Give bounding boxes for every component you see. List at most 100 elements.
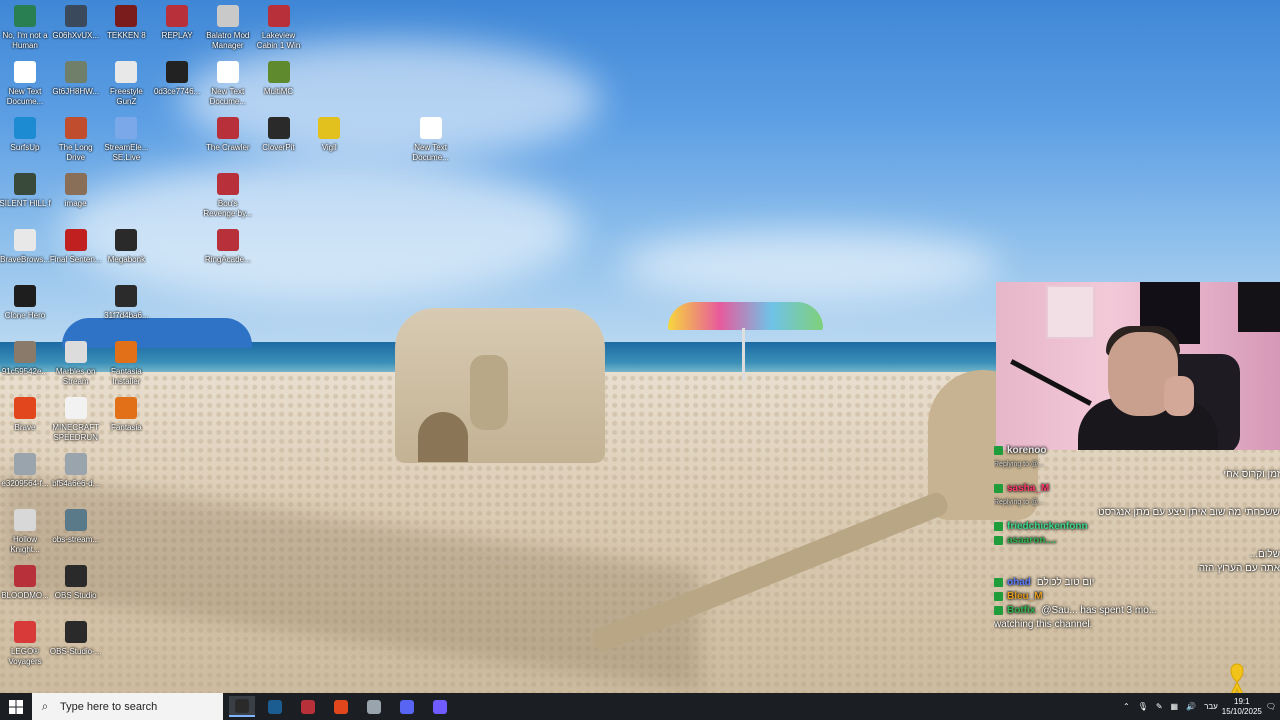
microphone-icon[interactable]: 🎙 bbox=[1138, 702, 1148, 711]
discord-app-icon bbox=[400, 699, 414, 714]
desktop-icon[interactable]: OBS-Studio-... bbox=[50, 621, 102, 657]
taskbar-settings-app[interactable] bbox=[361, 696, 387, 717]
desktop-icon-label: Fantasia bbox=[111, 423, 142, 432]
desktop-icon[interactable]: 31f7d4ba6... bbox=[100, 285, 152, 321]
desktop-icon[interactable]: The Crawler bbox=[202, 117, 254, 153]
desktop-icon-label: Balatro Mod Manager bbox=[206, 31, 250, 50]
desktop-icon[interactable]: Brave bbox=[0, 397, 51, 433]
chat-text: שלום... bbox=[1249, 549, 1280, 560]
desktop-icon[interactable]: LEGO® Voyagers bbox=[0, 621, 51, 667]
app-icon bbox=[64, 453, 87, 475]
desktop-icon-label: SILENT HILL f bbox=[0, 199, 51, 208]
desktop-icon[interactable]: Bou's Revenge by... bbox=[202, 173, 254, 219]
app-icon bbox=[64, 397, 87, 419]
app-icon bbox=[267, 5, 290, 27]
taskbar-discord-app[interactable] bbox=[394, 696, 420, 717]
desktop-icon[interactable]: G06hXvUX... bbox=[50, 5, 102, 41]
chevron-up-icon[interactable]: ⌃ bbox=[1123, 702, 1130, 711]
desktop-icon[interactable]: SurfsUp bbox=[0, 117, 51, 153]
chat-username: friedchickenfonn bbox=[1007, 521, 1088, 532]
desktop-icon[interactable]: BraveBrows... bbox=[0, 229, 51, 265]
desktop-icon[interactable]: New Text Docume... bbox=[405, 117, 457, 163]
moderator-badge-icon bbox=[994, 605, 1003, 615]
desktop-icon[interactable]: SILENT HILL f bbox=[0, 173, 51, 209]
desktop-icon[interactable]: BLOODMO... bbox=[0, 565, 51, 601]
desktop-icon[interactable]: Fantasia bbox=[100, 397, 152, 433]
moderator-badge-icon bbox=[994, 483, 1003, 493]
desktop-icon[interactable]: CloverPit bbox=[253, 117, 305, 153]
desktop-icon[interactable]: TEKKEN 8 bbox=[100, 5, 152, 41]
chat-username: Botfix bbox=[1007, 605, 1036, 616]
desktop-icon[interactable]: Hollow Knight... bbox=[0, 509, 51, 555]
language-indicator[interactable]: עבר bbox=[1204, 702, 1218, 711]
app-icon bbox=[14, 285, 36, 307]
desktop-icon-label: Brave bbox=[14, 423, 36, 432]
desktop-icon[interactable]: Freestyle GunZ bbox=[100, 61, 152, 107]
taskbar-obs-app[interactable] bbox=[229, 696, 255, 717]
desktop-icon[interactable]: New Text Docume... bbox=[0, 61, 51, 107]
desktop-icon[interactable]: Balatro Mod Manager bbox=[202, 5, 254, 51]
desktop-icon[interactable]: Marbles on Stream bbox=[50, 341, 102, 387]
system-clock[interactable]: 19:1 15/10/2025 bbox=[1222, 697, 1262, 717]
taskbar-steam-app[interactable] bbox=[262, 696, 288, 717]
volume-icon[interactable]: 🔊 bbox=[1186, 702, 1196, 711]
desktop-icon[interactable]: bf54a6e6-d... bbox=[50, 453, 102, 489]
desktop-icon[interactable]: image bbox=[50, 173, 102, 209]
app-icon bbox=[419, 117, 442, 139]
desktop-icon[interactable]: OBS Studio bbox=[50, 565, 102, 601]
pen-icon[interactable]: ✎ bbox=[1156, 702, 1163, 711]
desktop-icon[interactable]: MultiMC bbox=[253, 61, 305, 97]
desktop-icon[interactable]: Lakeview Cabin 1 Win bbox=[253, 5, 305, 51]
desktop-icon-label: 0d3ce7746... bbox=[153, 87, 201, 96]
desktop-icon-label: bf54a6e6-d... bbox=[52, 479, 100, 488]
app-icon bbox=[14, 229, 36, 251]
chat-message: Botfix @Sau... has spent 3 mo... bbox=[994, 604, 1280, 617]
notification-icon[interactable]: 🗨 bbox=[1266, 702, 1276, 711]
desktop-icon[interactable]: New Text Docume... bbox=[202, 61, 254, 107]
desktop-icon[interactable]: Final Senten... bbox=[50, 229, 102, 265]
desktop-icon-label: image bbox=[64, 199, 87, 208]
chat-username: ohad bbox=[1007, 577, 1031, 588]
desktop-icon[interactable]: 91c59542e... bbox=[0, 341, 51, 377]
app-icon bbox=[64, 173, 87, 195]
desktop-icon[interactable]: Vigil bbox=[303, 117, 355, 153]
desktop-icon[interactable]: e3209564-f... bbox=[0, 453, 51, 489]
app-icon bbox=[216, 173, 239, 195]
webcam-overlay bbox=[996, 282, 1280, 450]
desktop-icon-label: New Text Docume... bbox=[412, 143, 449, 162]
desktop-icon[interactable]: 0d3ce7746... bbox=[151, 61, 203, 97]
desktop-icon-label: Freestyle GunZ bbox=[109, 87, 143, 106]
desktop-icon[interactable]: The Long Drive bbox=[50, 117, 102, 163]
desktop-icon[interactable]: Clone Hero bbox=[0, 285, 51, 321]
desktop-icon-label: OBS-Studio-... bbox=[49, 647, 102, 656]
app-icon bbox=[318, 117, 341, 139]
taskbar-launcher-app[interactable] bbox=[427, 696, 453, 717]
desktop-icon[interactable]: obs-stream... bbox=[50, 509, 102, 545]
app-icon bbox=[64, 509, 87, 531]
desktop-icon[interactable]: Fantasia Installer bbox=[100, 341, 152, 387]
taskbar-search-box[interactable]: ⌕ bbox=[32, 693, 223, 720]
desktop-icon[interactable]: MINECRAFT SPEEDRUN bbox=[50, 397, 102, 443]
moderator-badge-icon bbox=[994, 535, 1003, 545]
obs-app-icon bbox=[235, 698, 249, 713]
desktop-icon[interactable]: Megabonk bbox=[100, 229, 152, 265]
desktop-icon[interactable]: RingAcade... bbox=[202, 229, 254, 265]
chat-message: Bleu_M bbox=[994, 590, 1280, 603]
taskbar-brave-app[interactable] bbox=[328, 696, 354, 717]
taskbar-winrar-app[interactable] bbox=[295, 696, 321, 717]
search-input[interactable] bbox=[58, 699, 212, 714]
desktop-icon[interactable]: Gt6JH8HW... bbox=[50, 61, 102, 97]
system-tray: ⌃ 🎙 ✎ ▦ 🔊 עבר 19:1 15/10/2025 🗨 bbox=[1119, 693, 1280, 720]
desktop-icon[interactable]: No, I'm not a Human bbox=[0, 5, 51, 51]
chat-username: korenoo bbox=[1007, 445, 1047, 456]
desktop-icon[interactable]: REPLAY bbox=[151, 5, 203, 41]
desktop-icon[interactable]: StreamEle... SE.Live bbox=[100, 117, 152, 163]
start-button[interactable] bbox=[0, 693, 32, 720]
chat-username: Bleu_M bbox=[1007, 591, 1043, 602]
windows-icon bbox=[9, 699, 23, 714]
app-icon bbox=[14, 621, 36, 643]
network-icon[interactable]: ▦ bbox=[1171, 702, 1179, 711]
chat-text: אתה עם הערוץ הזה bbox=[1198, 563, 1280, 574]
desktop-icon-label: The Crawler bbox=[206, 143, 250, 152]
clock-time: 19:1 bbox=[1234, 696, 1250, 706]
